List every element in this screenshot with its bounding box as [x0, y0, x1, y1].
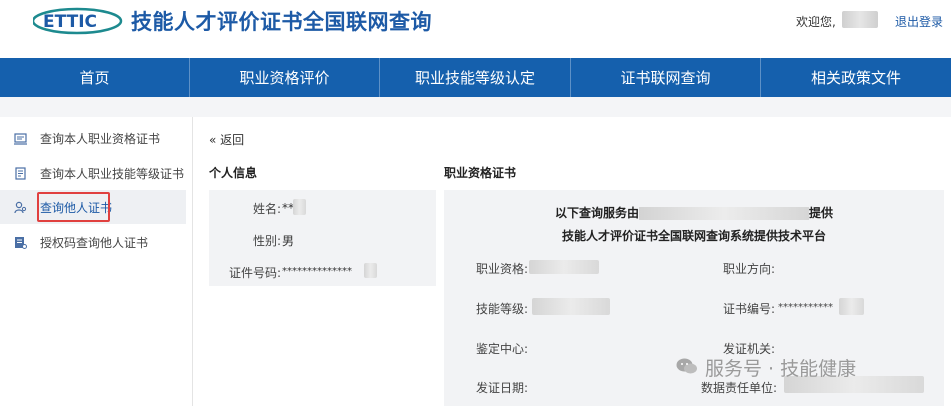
- sidebar: 查询本人职业资格证书 查询本人职业技能等级证书 查询他人证书 授权码查询他人证书: [0, 117, 193, 406]
- user-search-icon: [14, 201, 27, 213]
- gender-label: 性别:: [252, 234, 281, 248]
- sidebar-item-label: 查询本人职业资格证书: [40, 131, 161, 146]
- wechat-icon: [676, 358, 697, 374]
- cert-number-redacted: [839, 298, 864, 315]
- site-title: 技能人才评价证书全国联网查询: [131, 10, 432, 34]
- watermark-text: 服务号 · 技能健康: [705, 358, 857, 380]
- issue-date-label: 发证日期:: [476, 381, 529, 395]
- id-number-label: 证件号码:: [228, 266, 281, 280]
- highlight-box: [37, 192, 110, 222]
- nav-item-cert-query[interactable]: 证书联网查询: [571, 58, 761, 97]
- sidebar-item-own-qualification[interactable]: 查询本人职业资格证书: [0, 121, 186, 155]
- logout-link[interactable]: 退出登录: [895, 13, 943, 30]
- sidebar-item-auth-code[interactable]: 授权码查询他人证书: [0, 225, 186, 259]
- platform-notice: 技能人才评价证书全国联网查询系统提供技术平台: [561, 229, 826, 243]
- sidebar-item-label: 授权码查询他人证书: [40, 235, 149, 250]
- username-redacted: [842, 11, 878, 28]
- id-number-value: **************: [282, 266, 352, 277]
- provider-redacted: [639, 207, 809, 220]
- ettic-logo[interactable]: ETTIC: [33, 7, 125, 35]
- gender-value: 男: [282, 234, 295, 248]
- cert-number-label: 证书编号:: [723, 302, 776, 316]
- data-unit-label: 数据责任单位:: [701, 381, 778, 395]
- main-nav: 首页 职业资格评价 职业技能等级认定 证书联网查询 相关政策文件: [0, 58, 951, 97]
- nav-item-skill-level[interactable]: 职业技能等级认定: [380, 58, 571, 97]
- service-notice-prefix: 以下查询服务由: [554, 206, 639, 220]
- name-redacted: [293, 199, 306, 215]
- service-notice-suffix: 提供: [809, 206, 834, 220]
- name-label: 姓名:: [252, 202, 281, 216]
- skill-level-redacted: [532, 298, 610, 315]
- id-number-redacted: [364, 263, 377, 278]
- site-header: ETTIC 技能人才评价证书全国联网查询 欢迎您, 退出登录: [0, 0, 951, 58]
- personal-info-title: 个人信息: [209, 166, 258, 180]
- appraisal-center-label: 鉴定中心:: [476, 342, 529, 356]
- nav-item-home[interactable]: 首页: [0, 58, 190, 97]
- sidebar-item-label: 查询本人职业技能等级证书: [40, 166, 185, 181]
- certificate-icon: [14, 132, 27, 145]
- back-link[interactable]: « 返回: [209, 131, 244, 148]
- nav-spacer: [0, 97, 951, 117]
- key-document-icon: [15, 236, 27, 249]
- qualification-label: 职业资格:: [476, 262, 529, 276]
- personal-info-card: 姓名: ** 性别: 男 证件号码: **************: [209, 190, 436, 286]
- cert-title: 职业资格证书: [444, 166, 517, 180]
- direction-label: 职业方向:: [723, 262, 776, 276]
- sidebar-item-own-skill-level[interactable]: 查询本人职业技能等级证书: [0, 156, 186, 190]
- welcome-text: 欢迎您,: [796, 15, 836, 29]
- skill-level-label: 技能等级:: [476, 302, 529, 316]
- service-notice: 以下查询服务由 提供: [444, 204, 944, 221]
- logo-text: ETTIC: [43, 12, 97, 32]
- cert-number-value: ***********: [778, 302, 833, 313]
- document-icon: [15, 166, 26, 180]
- nav-item-policy[interactable]: 相关政策文件: [761, 58, 951, 97]
- nav-item-qualification[interactable]: 职业资格评价: [190, 58, 380, 97]
- qualification-redacted: [529, 260, 599, 274]
